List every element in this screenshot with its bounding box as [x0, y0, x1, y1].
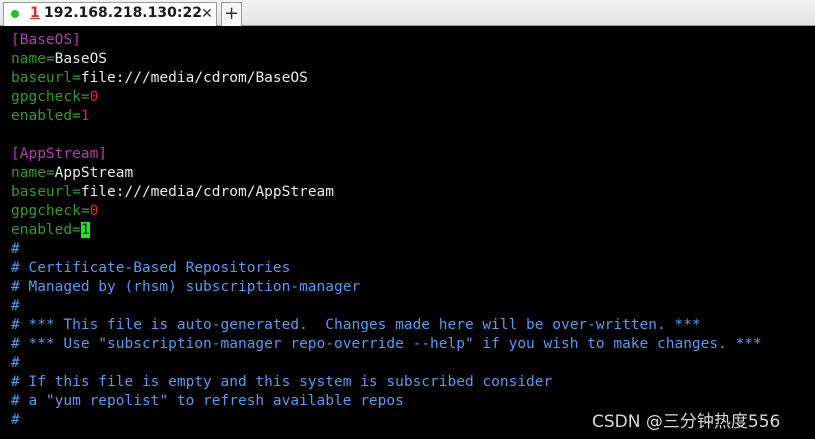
terminal-line: enabled=1 [11, 221, 815, 240]
comment-line: # *** Use "subscription-manager repo-ove… [11, 336, 762, 352]
connected-status-icon [11, 10, 19, 18]
equals-sign: = [45, 51, 55, 67]
config-value: AppStream [54, 165, 134, 181]
terminal-line: gpgcheck=0 [11, 88, 815, 107]
equals-sign: = [72, 70, 81, 86]
close-icon[interactable]: ✕ [200, 6, 214, 22]
comment-line: # If this file is empty and this system … [11, 374, 553, 390]
config-key: name [11, 51, 46, 67]
config-value: 0 [89, 89, 99, 105]
terminal-line: enabled=1 [11, 107, 815, 126]
config-key: baseurl [11, 70, 73, 86]
comment-line: # [11, 298, 20, 314]
tab-bar: 1 192.168.218.130:22 ✕ + [0, 0, 815, 26]
equals-sign: = [80, 89, 90, 105]
config-key: gpgcheck [11, 203, 81, 219]
equals-sign: = [72, 108, 81, 124]
config-value: file:///media/cdrom/AppStream [80, 184, 335, 200]
terminal-line: baseurl=file:///media/cdrom/BaseOS [11, 69, 815, 88]
config-key: enabled [11, 108, 73, 124]
comment-line: # Certificate-Based Repositories [11, 260, 291, 276]
config-value: 0 [89, 203, 99, 219]
text-cursor: 1 [80, 222, 90, 238]
equals-sign: = [72, 184, 81, 200]
terminal-view[interactable]: [BaseOS] name=BaseOS baseurl=file:///med… [11, 31, 815, 430]
config-key: enabled [11, 222, 73, 238]
comment-line: # [11, 241, 20, 257]
equals-sign: = [80, 203, 90, 219]
config-key: gpgcheck [11, 89, 81, 105]
config-value: BaseOS [54, 51, 108, 67]
terminal-line: [AppStream] [11, 145, 815, 164]
config-value: 1 [80, 108, 90, 124]
comment-line: # *** This file is auto-generated. Chang… [11, 317, 701, 333]
terminal-line: [BaseOS] [11, 31, 815, 50]
terminal-line: name=AppStream [11, 164, 815, 183]
new-tab-button[interactable]: + [221, 2, 242, 26]
config-value: file:///media/cdrom/BaseOS [80, 70, 308, 86]
section-header: [BaseOS] [11, 32, 81, 48]
session-tab[interactable]: 1 192.168.218.130:22 ✕ [3, 2, 217, 26]
terminal-line: gpgcheck=0 [11, 202, 815, 221]
equals-sign: = [45, 165, 55, 181]
terminal-line: name=BaseOS [11, 50, 815, 69]
terminal-line: baseurl=file:///media/cdrom/AppStream [11, 183, 815, 202]
comment-line: # [11, 355, 20, 371]
csdn-watermark: CSDN @三分钟热度556 [592, 412, 781, 432]
config-key: name [11, 165, 46, 181]
section-header: [AppStream] [11, 146, 108, 162]
comment-line: # Managed by (rhsm) subscription-manager [11, 279, 361, 295]
tab-title: 192.168.218.130:22 [44, 5, 202, 21]
config-key: baseurl [11, 184, 73, 200]
tab-number: 1 [30, 5, 40, 21]
equals-sign: = [72, 222, 81, 238]
